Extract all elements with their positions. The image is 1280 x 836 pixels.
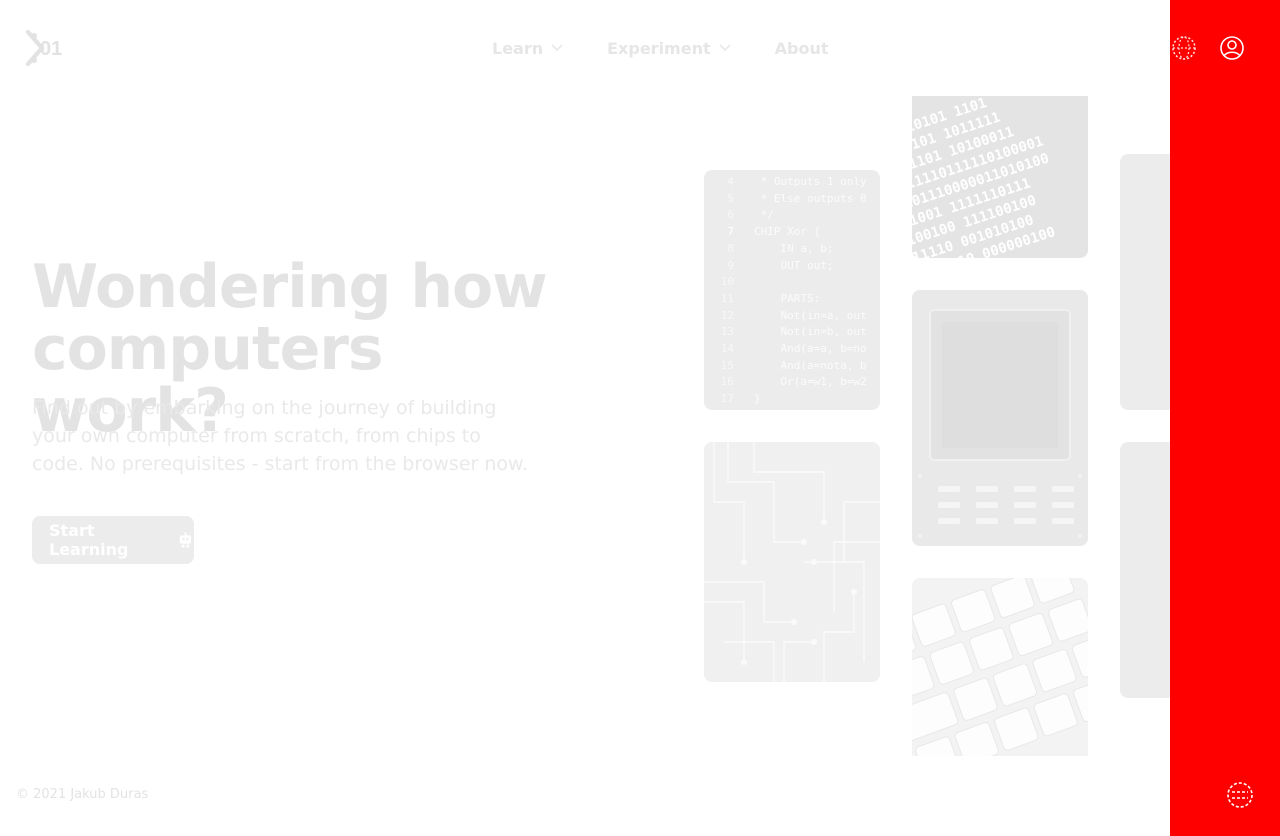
nav-experiment-label: Experiment [607,38,711,58]
nand2tetris-logo[interactable]: 01 [24,28,66,68]
microchip-illustration [912,290,1088,546]
microchip-image-tile [912,290,1088,546]
code-text: OUT out; [754,258,834,272]
code-text: * Else outputs 0 [754,191,867,205]
line-number: 11 [720,291,734,305]
binary-pattern: 111110101 11010011101 10111110101101 101… [912,96,1057,258]
line-number: 5 [727,191,734,205]
code-line: 16 Or(a=w1, b=w2 [704,374,880,391]
code-line: 5 * Else outputs 0 [704,191,880,208]
code-text: And(a=a, b=no [754,342,867,356]
keyboard-illustration [912,578,1088,756]
line-number: 15 [720,358,734,372]
nav-about-label: About [774,38,829,58]
line-number: 6 [727,208,734,222]
nav-experiment[interactable]: Experiment [607,37,731,59]
line-number: 17 [720,392,734,406]
line-number: 12 [720,308,734,322]
line-number: 7 [727,225,734,239]
code-line: 12 Not(in=a, out [704,308,880,325]
code-line: 15 And(a=nota, b [704,358,880,375]
code-line: 6 */ [704,207,880,224]
account-icon[interactable] [1218,34,1246,62]
code-text: And(a=nota, b [754,358,867,372]
code-line: 8 IN a, b; [704,241,880,258]
hero-subtitle: Find out by embarking on the journey of … [32,397,528,475]
code-line: 10 [704,274,880,291]
line-number: 16 [720,375,734,389]
code-line: 7 CHIP Xor { [704,224,880,241]
code-text: CHIP Xor { [754,225,821,239]
main-nav: Learn Experiment About [492,37,829,59]
code-line: 9 OUT out; [704,258,880,275]
side-panel [1170,0,1280,836]
code-line: 13 Not(in=b, out [704,324,880,341]
code-text: Not(in=a, out [754,308,867,322]
svg-text:01: 01 [40,38,62,60]
code-text: * Outputs 1 only [754,175,867,188]
binary-image-tile: 111110101 1101 0011101 1011111 0101101 101… [912,96,1088,258]
line-number: 10 [720,275,734,289]
keyboard-image-tile [912,578,1088,756]
code-line: 11 PARTS: [704,291,880,308]
code-text: IN a, b; [754,241,834,255]
line-number: 9 [727,258,734,272]
line-number: 4 [727,175,734,188]
theme-toggle-icon[interactable] [1225,780,1255,810]
start-learning-button[interactable]: Start Learning [32,516,194,564]
code-text: Or(a=w1, b=w2 [754,375,867,389]
code-line: 17} [704,391,880,408]
code-text: } [754,392,761,406]
nav-about[interactable]: About [775,37,829,59]
code-text: */ [754,208,774,222]
code-line: 4 * Outputs 1 only [704,174,880,191]
globe-icon[interactable] [1170,34,1198,62]
code-text: PARTS: [754,291,821,305]
code-line: 14 And(a=a, b=no [704,341,880,358]
nav-learn-label: Learn [492,38,544,58]
circuit-board-image-tile [704,442,880,682]
chevron-down-icon [551,44,563,52]
nav-learn[interactable]: Learn [492,37,563,59]
code-snippet: 4 * Outputs 1 only 5 * Else outputs 06 */… [704,170,880,408]
copyright-text: © 2021 Jakub Duras [16,787,149,802]
hero-title-line1: Wondering how [32,252,548,322]
start-learning-label: Start Learning [49,521,129,559]
line-number: 13 [720,325,734,339]
robot-icon [179,532,192,548]
line-number: 8 [727,241,734,255]
circuit-traces [704,442,880,682]
code-text: Not(in=b, out [754,325,867,339]
code-snippet-tile: 4 * Outputs 1 only 5 * Else outputs 06 */… [704,170,880,410]
chevron-down-icon [719,44,731,52]
line-number: 14 [720,342,734,356]
